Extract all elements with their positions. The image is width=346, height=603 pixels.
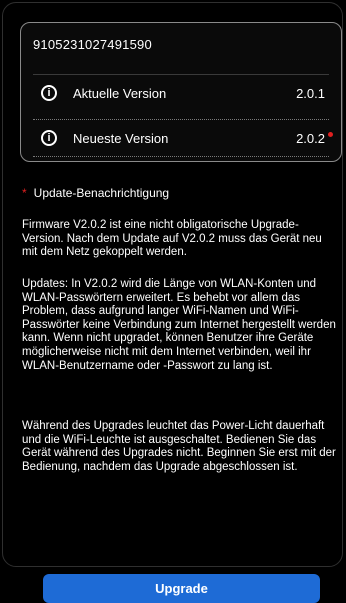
info-icon: i — [41, 130, 57, 146]
current-version-value: 2.0.1 — [296, 85, 325, 101]
current-version-label: Aktuelle Version — [73, 85, 167, 101]
required-asterisk: * — [22, 186, 27, 200]
latest-version-row: i Neueste Version 2.0.2 — [33, 119, 333, 157]
serial-number: 9105231027491590 — [33, 37, 152, 52]
info-icon: i — [41, 85, 57, 101]
new-version-indicator — [328, 131, 333, 137]
update-notification-heading: * Update-Benachrichtigung — [22, 186, 169, 200]
notification-paragraph-1: Firmware V2.0.2 ist eine nicht obligator… — [22, 219, 322, 259]
upgrade-button[interactable]: Upgrade — [43, 574, 320, 603]
latest-version-label: Neueste Version — [73, 130, 169, 146]
current-version-row: i Aktuelle Version 2.0.1 — [33, 74, 329, 111]
notification-paragraph-3: Während des Upgrades leuchtet das Power-… — [22, 420, 336, 473]
latest-version-value-wrap: 2.0.2 — [296, 130, 333, 146]
latest-version-value: 2.0.2 — [296, 130, 325, 146]
notification-paragraph-2: Updates: In V2.0.2 wird die Länge von WL… — [22, 278, 336, 372]
version-card: 9105231027491590 i Aktuelle Version 2.0.… — [20, 22, 342, 162]
update-notification-title: Update-Benachrichtigung — [33, 186, 170, 200]
